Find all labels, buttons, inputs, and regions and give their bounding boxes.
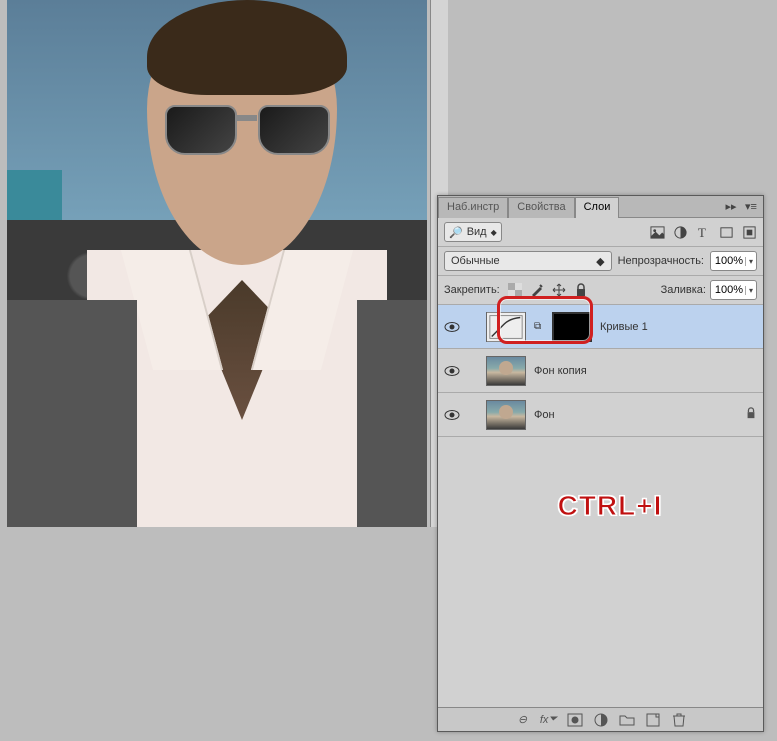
opacity-label: Непрозрачность: xyxy=(618,255,704,267)
layers-bottom-toolbar: ⊖ fx⏷ xyxy=(438,707,763,731)
visibility-icon[interactable] xyxy=(444,363,460,379)
link-layers-icon[interactable]: ⊖ xyxy=(515,712,531,728)
lock-all-icon[interactable] xyxy=(574,283,588,297)
fill-value[interactable] xyxy=(711,284,745,296)
delete-layer-icon[interactable] xyxy=(671,712,687,728)
tab-layers[interactable]: Слои xyxy=(575,197,620,218)
layer-filter-row: 🔎 Вид ◆ T xyxy=(438,218,763,247)
layer-thumbnail[interactable] xyxy=(486,356,526,386)
annotation-text: CTRL+I xyxy=(470,490,750,522)
filter-smart-icon[interactable] xyxy=(742,225,757,240)
layer-mask-thumbnail[interactable] xyxy=(552,312,592,342)
filter-shape-icon[interactable] xyxy=(719,225,734,240)
chevron-down-icon[interactable]: ▾ xyxy=(745,257,756,266)
opacity-value[interactable] xyxy=(711,255,745,267)
blend-mode-value: Обычные xyxy=(451,255,500,267)
visibility-icon[interactable] xyxy=(444,407,460,423)
tab-properties[interactable]: Свойства xyxy=(508,197,574,218)
new-adjustment-icon[interactable] xyxy=(593,712,609,728)
filter-label: Вид xyxy=(467,226,487,238)
lock-label: Закрепить: xyxy=(444,284,500,296)
lock-icon xyxy=(745,407,757,422)
expand-icon[interactable]: ▸▸ xyxy=(723,200,739,214)
chevron-down-icon: ◆ xyxy=(491,228,497,237)
layer-effects-icon[interactable]: fx⏷ xyxy=(541,712,557,728)
new-group-icon[interactable] xyxy=(619,712,635,728)
panel-tabs: Наб.инстр Свойства Слои ▸▸ ▾≡ xyxy=(438,196,763,218)
layer-thumbnail[interactable] xyxy=(486,400,526,430)
fill-label: Заливка: xyxy=(661,284,706,296)
tab-brushes[interactable]: Наб.инстр xyxy=(438,197,508,218)
add-mask-icon[interactable] xyxy=(567,712,583,728)
filter-type-icon[interactable]: T xyxy=(696,225,711,240)
layers-panel: Наб.инстр Свойства Слои ▸▸ ▾≡ 🔎 Вид ◆ T … xyxy=(437,195,764,732)
link-icon[interactable]: ⧉ xyxy=(534,321,544,332)
lock-row: Закрепить: Заливка: ▾ xyxy=(438,276,763,305)
layer-row[interactable]: Фон копия xyxy=(438,349,763,393)
fill-input[interactable]: ▾ xyxy=(710,280,757,300)
layer-name[interactable]: Фон xyxy=(534,409,737,421)
search-icon: 🔎 xyxy=(449,226,463,239)
chevron-down-icon: ◆ xyxy=(596,255,604,268)
canvas-area xyxy=(0,0,437,741)
filter-image-icon[interactable] xyxy=(650,225,665,240)
panel-menu-icon[interactable]: ▾≡ xyxy=(743,200,759,214)
blend-row: Обычные ◆ Непрозрачность: ▾ xyxy=(438,247,763,276)
layer-name[interactable]: Кривые 1 xyxy=(600,321,757,333)
layer-row[interactable]: Фон xyxy=(438,393,763,437)
svg-text:T: T xyxy=(698,225,706,240)
chevron-down-icon[interactable]: ▾ xyxy=(745,286,756,295)
lock-pixels-icon[interactable] xyxy=(530,283,544,297)
adjustment-thumbnail[interactable] xyxy=(486,312,526,342)
opacity-input[interactable]: ▾ xyxy=(710,251,757,271)
visibility-icon[interactable] xyxy=(444,319,460,335)
new-layer-icon[interactable] xyxy=(645,712,661,728)
lock-transparency-icon[interactable] xyxy=(508,283,522,297)
document-canvas[interactable] xyxy=(7,0,427,527)
lock-position-icon[interactable] xyxy=(552,283,566,297)
layer-row[interactable]: ⧉ Кривые 1 xyxy=(438,305,763,349)
blend-mode-select[interactable]: Обычные ◆ xyxy=(444,251,612,271)
filter-type-select[interactable]: 🔎 Вид ◆ xyxy=(444,222,502,242)
layer-name[interactable]: Фон копия xyxy=(534,365,757,377)
filter-adjustment-icon[interactable] xyxy=(673,225,688,240)
